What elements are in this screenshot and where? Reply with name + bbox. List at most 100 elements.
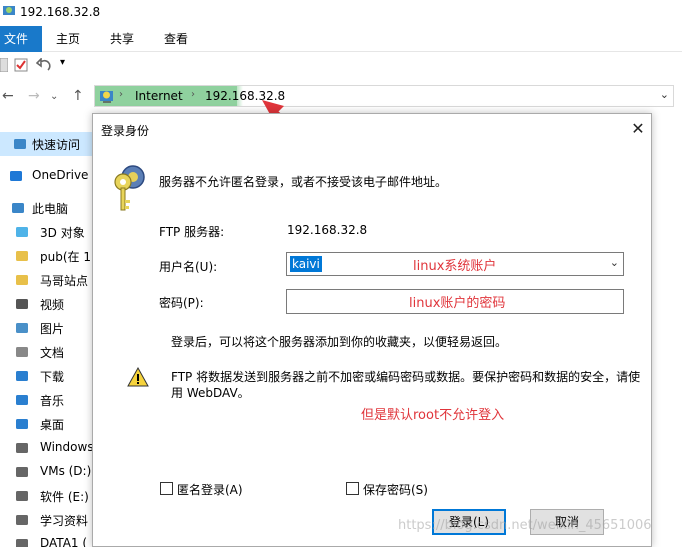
ftp-server-value: 192.168.32.8 bbox=[287, 223, 368, 237]
cube-icon bbox=[14, 224, 30, 240]
cloud-icon bbox=[8, 168, 24, 184]
sidebar-item[interactable]: 软件 (E:) bbox=[0, 484, 95, 508]
sidebar-item-label: OneDrive bbox=[32, 168, 89, 182]
tab-file[interactable]: 文件 bbox=[0, 26, 43, 52]
network-location-icon bbox=[100, 91, 113, 103]
sidebar-item-label: 软件 (E:) bbox=[40, 490, 89, 504]
address-dropdown-icon[interactable]: ⌄ bbox=[660, 88, 669, 101]
sidebar-item[interactable]: 图片 bbox=[0, 316, 95, 340]
network-folder-icon bbox=[3, 6, 15, 15]
sidebar-item-label: 文档 bbox=[40, 346, 65, 360]
username-annotation: linux系统账户 bbox=[413, 259, 497, 274]
favorites-message: 登录后，可以将这个服务器添加到你的收藏夹，以便轻易返回。 bbox=[171, 335, 508, 349]
username-label: 用户名(U): bbox=[159, 260, 218, 274]
password-label: 密码(P): bbox=[159, 296, 204, 310]
sidebar-item[interactable]: 此电脑 bbox=[0, 196, 95, 220]
sidebar-item-label: 学习资料 bbox=[40, 514, 89, 528]
pin-icon bbox=[12, 136, 28, 152]
sidebar-item[interactable]: 桌面 bbox=[0, 412, 95, 436]
folder-icon bbox=[14, 272, 30, 288]
ftp-server-label: FTP 服务器: bbox=[159, 225, 225, 239]
music-icon bbox=[14, 392, 30, 408]
sidebar-item[interactable]: 马哥站点 bbox=[0, 268, 95, 292]
warning-icon bbox=[127, 367, 149, 387]
up-arrow-icon[interactable]: ↑ bbox=[72, 88, 84, 104]
document-icon bbox=[14, 344, 30, 360]
sidebar-item[interactable]: 文档 bbox=[0, 340, 95, 364]
sidebar-item-label: VMs (D:) bbox=[40, 464, 92, 478]
sidebar-item-label: 音乐 bbox=[40, 394, 65, 408]
window-title: 192.168.32.8 bbox=[20, 5, 101, 19]
download-icon bbox=[14, 368, 30, 384]
warning-message-line2: 用 WebDAV。 bbox=[171, 386, 250, 400]
save-password-label[interactable]: 保存密码(S) bbox=[363, 481, 428, 498]
sidebar-item-label: 3D 对象 bbox=[40, 226, 85, 240]
window-titlebar: 192.168.32.8 bbox=[0, 0, 682, 26]
sidebar-item[interactable]: pub(在 1 bbox=[0, 244, 95, 268]
ribbon-tabs: 文件 主页 共享 查看 bbox=[0, 26, 682, 52]
sidebar-item-label: 视频 bbox=[40, 298, 65, 312]
keys-icon bbox=[114, 165, 145, 211]
sidebar-item[interactable]: DATA1 ( bbox=[0, 532, 95, 547]
dialog-title: 登录身份 bbox=[101, 124, 150, 138]
sidebar-item-label: 图片 bbox=[40, 322, 65, 336]
sidebar-item[interactable]: 视频 bbox=[0, 292, 95, 316]
recent-chevron-icon[interactable]: ⌄ bbox=[50, 91, 58, 102]
desktop-icon bbox=[14, 416, 30, 432]
root-annotation: 但是默认root不允许登入 bbox=[361, 408, 505, 423]
breadcrumb-separator-icon: › bbox=[191, 89, 195, 100]
error-message: 服务器不允许匿名登录，或者不接受该电子邮件地址。 bbox=[159, 175, 448, 189]
picture-icon bbox=[14, 320, 30, 336]
sidebar-item[interactable]: 3D 对象 bbox=[0, 220, 95, 244]
close-icon[interactable]: ✕ bbox=[627, 118, 649, 140]
sidebar-item[interactable]: 下载 bbox=[0, 364, 95, 388]
forward-arrow-icon[interactable]: → bbox=[28, 88, 40, 104]
login-dialog: 登录身份 ✕ 服务器不允许匿名登录，或者不接受该电子邮件地址。 FTP 服务器:… bbox=[92, 113, 652, 547]
chevron-down-icon[interactable]: ⌄ bbox=[610, 256, 619, 269]
drive-icon bbox=[14, 536, 30, 547]
sidebar-item[interactable]: 学习资料 bbox=[0, 508, 95, 532]
navigation-pane: 快速访问 OneDrive 此电脑 3D 对象 pub(在 1 马哥站点视频图片文档下载音… bbox=[0, 128, 95, 547]
drive-icon bbox=[14, 440, 30, 456]
address-bar[interactable]: › Internet › 192.168.32.8 ⌄ bbox=[94, 85, 674, 107]
computer-icon bbox=[10, 200, 26, 216]
sidebar-item-label: Windows bbox=[40, 440, 94, 454]
sidebar-item[interactable]: OneDrive bbox=[0, 164, 95, 188]
sidebar-item-label: 快速访问 bbox=[32, 138, 81, 152]
drive-icon bbox=[14, 488, 30, 504]
properties-icon[interactable] bbox=[14, 58, 28, 72]
quick-access-toolbar: ▾ bbox=[0, 54, 100, 78]
tab-home[interactable]: 主页 bbox=[44, 26, 92, 52]
watermark: https://blog.csdn.net/weixin_45651006 bbox=[398, 518, 652, 533]
undo-icon[interactable] bbox=[36, 58, 52, 72]
sidebar-item-label: pub(在 1 bbox=[40, 250, 91, 264]
sidebar-item-label: DATA1 ( bbox=[40, 536, 88, 547]
back-arrow-icon[interactable]: ← bbox=[2, 88, 14, 104]
sidebar-item-label: 桌面 bbox=[40, 418, 65, 432]
password-field[interactable]: linux账户的密码 bbox=[286, 289, 624, 314]
password-annotation: linux账户的密码 bbox=[409, 296, 506, 311]
tab-view[interactable]: 查看 bbox=[152, 26, 200, 52]
sidebar-item[interactable]: 音乐 bbox=[0, 388, 95, 412]
sidebar-item[interactable]: Windows bbox=[0, 436, 95, 460]
breadcrumb-internet[interactable]: Internet bbox=[135, 89, 183, 103]
sidebar-item-label: 马哥站点 bbox=[40, 274, 89, 288]
drive-icon bbox=[14, 512, 30, 528]
sidebar-item[interactable]: 快速访问 bbox=[0, 132, 95, 156]
tab-share[interactable]: 共享 bbox=[98, 26, 146, 52]
username-value[interactable]: kaivi bbox=[290, 256, 322, 272]
folder-icon bbox=[14, 248, 30, 264]
drive-icon bbox=[14, 464, 30, 480]
sidebar-item[interactable]: VMs (D:) bbox=[0, 460, 95, 484]
breadcrumb-separator-icon: › bbox=[119, 89, 123, 100]
address-row: ← → ⌄ ↑ › Internet › 192.168.32.8 ⌄ bbox=[0, 82, 682, 110]
anonymous-login-label[interactable]: 匿名登录(A) bbox=[177, 481, 243, 498]
checkbox-box[interactable] bbox=[346, 482, 359, 495]
sidebar-item-label: 下载 bbox=[40, 370, 65, 384]
customize-dropdown-icon[interactable]: ▾ bbox=[60, 57, 65, 68]
checkbox-box[interactable] bbox=[160, 482, 173, 495]
page-icon[interactable] bbox=[0, 58, 8, 72]
sidebar-item-label: 此电脑 bbox=[32, 202, 69, 216]
username-combobox[interactable]: kaivi linux系统账户 ⌄ bbox=[286, 252, 624, 276]
warning-message-line1: FTP 将数据发送到服务器之前不加密或编码密码或数据。要保护密码和数据的安全，请… bbox=[171, 370, 641, 384]
